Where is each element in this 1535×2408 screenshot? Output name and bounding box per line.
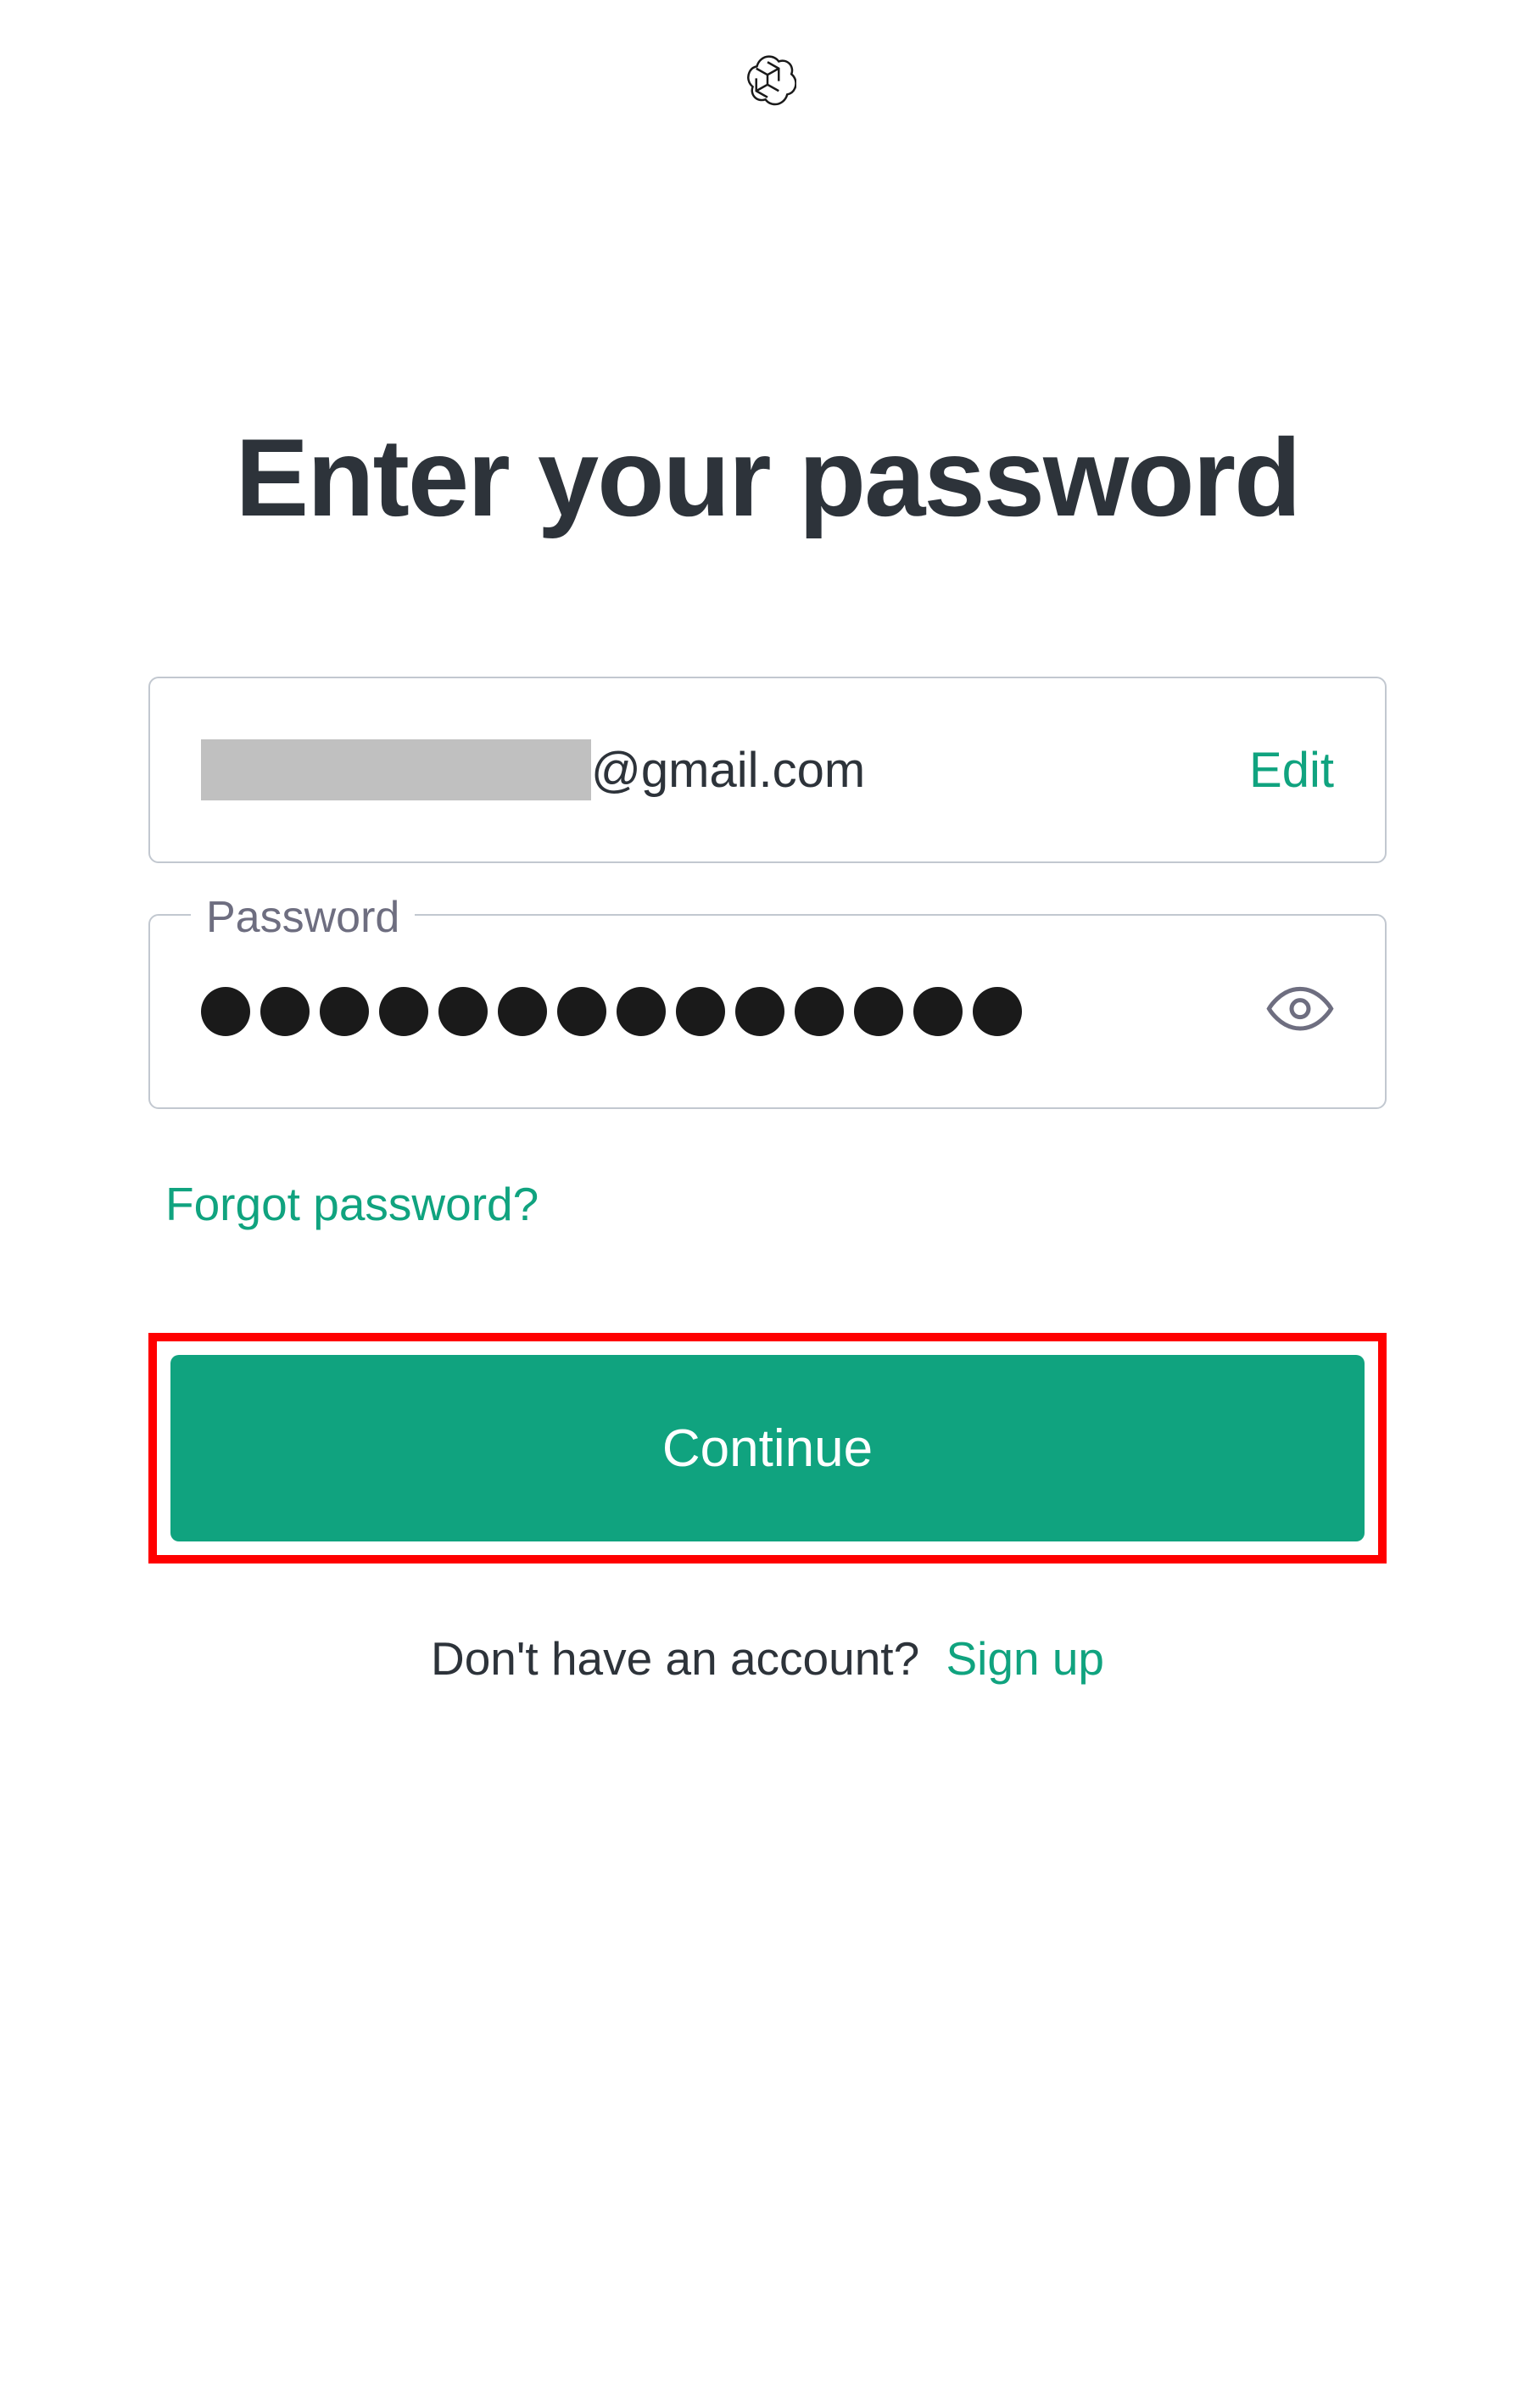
password-dot xyxy=(973,987,1022,1036)
continue-button-highlight: Continue xyxy=(148,1333,1387,1564)
password-dot xyxy=(557,987,606,1036)
password-dot xyxy=(438,987,488,1036)
password-dot xyxy=(735,987,784,1036)
password-dot xyxy=(260,987,310,1036)
password-dot xyxy=(795,987,844,1036)
show-password-icon[interactable] xyxy=(1266,986,1334,1037)
email-redacted-portion xyxy=(201,739,591,800)
forgot-password-link[interactable]: Forgot password? xyxy=(165,1177,539,1231)
signup-prompt-text: Don't have an account? xyxy=(431,1632,919,1685)
password-dot xyxy=(379,987,428,1036)
email-display-box: @gmail.com Edit xyxy=(148,677,1387,863)
email-value: @gmail.com xyxy=(201,739,865,800)
password-field-label: Password xyxy=(191,892,415,943)
password-dot xyxy=(854,987,903,1036)
password-input[interactable] xyxy=(148,914,1387,1109)
password-dot xyxy=(913,987,963,1036)
signup-link[interactable]: Sign up xyxy=(946,1631,1104,1686)
password-dot xyxy=(201,987,250,1036)
email-domain: @gmail.com xyxy=(591,742,865,799)
signup-prompt-row: Don't have an account? Sign up xyxy=(431,1631,1104,1686)
edit-email-button[interactable]: Edit xyxy=(1249,742,1334,799)
password-masked-value xyxy=(201,987,1022,1036)
password-dot xyxy=(498,987,547,1036)
password-dot xyxy=(676,987,725,1036)
openai-logo-icon xyxy=(739,51,796,109)
continue-button[interactable]: Continue xyxy=(170,1355,1365,1541)
password-dot xyxy=(617,987,666,1036)
password-dot xyxy=(320,987,369,1036)
page-title: Enter your password xyxy=(235,414,1299,541)
